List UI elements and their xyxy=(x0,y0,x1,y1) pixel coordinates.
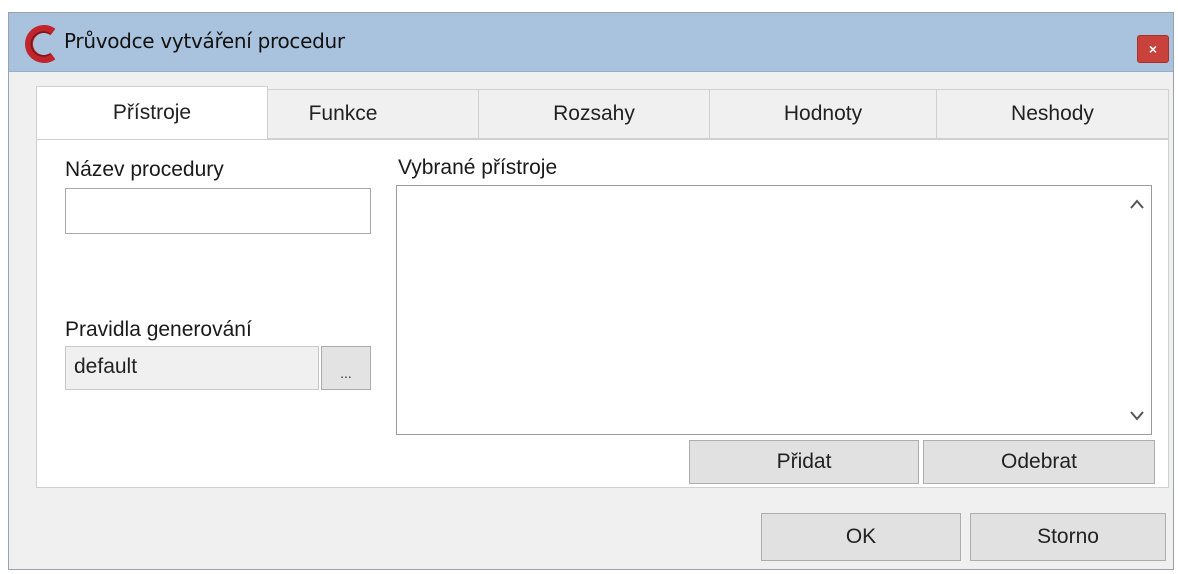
tab-label: Přístroje xyxy=(112,101,192,124)
tab-hodnoty[interactable]: Hodnoty xyxy=(709,89,937,139)
tab-funkce[interactable]: Funkce xyxy=(267,89,479,139)
browse-label: ... xyxy=(340,365,352,381)
tab-label: Neshody xyxy=(1011,102,1094,125)
scroll-up-icon[interactable] xyxy=(1129,198,1145,210)
selected-instruments-list[interactable] xyxy=(396,185,1152,435)
tab-neshody[interactable]: Neshody xyxy=(936,89,1169,139)
procedure-name-input[interactable] xyxy=(65,188,371,234)
tab-strip: Přístroje Funkce Rozsahy Hodnoty Neshody xyxy=(36,86,1169,141)
tab-label: Hodnoty xyxy=(783,102,863,125)
procedure-name-label: Název procedury xyxy=(65,158,224,181)
scroll-down-icon[interactable] xyxy=(1129,410,1145,422)
title-bar[interactable]: Průvodce vytváření procedur × xyxy=(9,13,1173,72)
generation-rules-field: default xyxy=(65,346,319,390)
generation-rules-label: Pravidla generování xyxy=(65,318,252,341)
generation-rules-value: default xyxy=(74,355,138,378)
cancel-label: Storno xyxy=(1037,525,1099,548)
tab-panel-pristroje: Název procedury Pravidla generování defa… xyxy=(36,139,1169,488)
ok-button[interactable]: OK xyxy=(761,513,961,561)
selected-instruments-label: Vybrané přístroje xyxy=(398,156,558,179)
tab-label: Rozsahy xyxy=(553,102,635,125)
cancel-button[interactable]: Storno xyxy=(970,513,1166,561)
close-icon: × xyxy=(1148,41,1158,57)
remove-label: Odebrat xyxy=(1001,450,1077,473)
window-title: Průvodce vytváření procedur xyxy=(64,29,345,53)
close-button[interactable]: × xyxy=(1137,35,1169,63)
tab-pristroje[interactable]: Přístroje xyxy=(36,86,268,139)
browse-rules-button[interactable]: ... xyxy=(321,346,371,390)
ok-label: OK xyxy=(845,525,877,548)
c-logo-icon xyxy=(25,25,56,63)
dialog-window: Průvodce vytváření procedur × Přístroje … xyxy=(8,12,1174,570)
add-label: Přidat xyxy=(776,450,832,473)
tab-rozsahy[interactable]: Rozsahy xyxy=(478,89,710,139)
tab-label: Funkce xyxy=(308,102,378,125)
add-button[interactable]: Přidat xyxy=(689,440,919,484)
remove-button[interactable]: Odebrat xyxy=(923,440,1155,484)
